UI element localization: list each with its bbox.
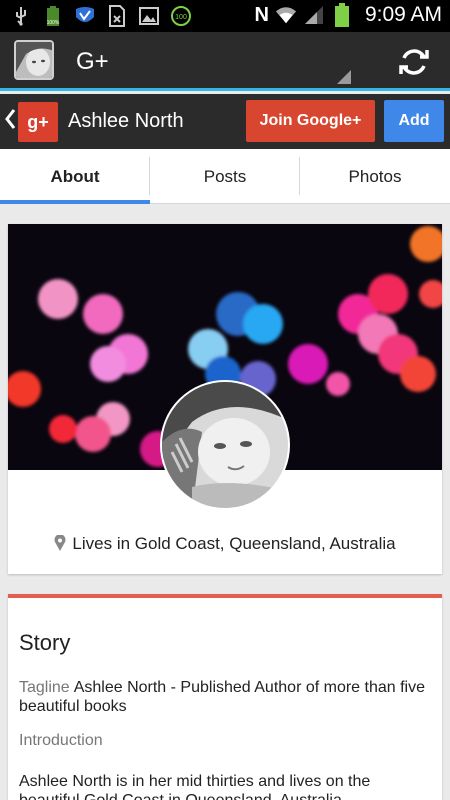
location-line: Lives in Gold Coast, Queensland, Austral… — [8, 534, 442, 554]
profile-photo[interactable] — [160, 380, 290, 510]
battery-icon — [331, 3, 353, 27]
add-button[interactable]: Add — [384, 100, 444, 142]
usb-icon — [10, 5, 32, 27]
wifi-icon — [275, 4, 297, 26]
svg-text:100%: 100% — [47, 20, 60, 26]
tab-bar: About Posts Photos — [0, 149, 450, 204]
account-avatar[interactable] — [14, 40, 54, 80]
tab-photos[interactable]: Photos — [300, 149, 450, 204]
refresh-icon[interactable] — [396, 44, 432, 80]
introduction-label: Introduction — [19, 732, 103, 749]
profile-header-bar: g+ Ashlee North Join Google+ Add — [0, 94, 450, 149]
profile-name: Ashlee North — [68, 110, 184, 132]
battery-widget-icon: 100% — [42, 5, 64, 27]
story-card: Story Tagline Ashlee North - Published Au… — [8, 594, 442, 800]
svg-text:100: 100 — [175, 14, 187, 21]
story-heading: Story — [19, 630, 71, 655]
google-plus-logo[interactable]: g+ — [18, 102, 58, 142]
nfc-icon: N — [254, 3, 269, 26]
location-pin-icon — [54, 534, 66, 551]
sim-missing-icon — [106, 5, 128, 27]
back-chevron-icon[interactable] — [4, 108, 16, 130]
tagline-text: Ashlee North - Published Author of more … — [19, 679, 426, 715]
tagline: Tagline Ashlee North - Published Author o… — [19, 678, 429, 716]
action-bar: G+ — [0, 32, 450, 91]
image-icon — [138, 5, 160, 27]
tab-about[interactable]: About — [0, 149, 150, 204]
status-bar: 100% 100 N 9:09 AM — [0, 0, 450, 32]
join-google-plus-button[interactable]: Join Google+ — [246, 100, 375, 142]
signal-icon — [303, 4, 325, 26]
dropdown-indicator-icon[interactable] — [337, 70, 351, 84]
app-title[interactable]: G+ — [76, 48, 109, 76]
tab-posts[interactable]: Posts — [150, 149, 300, 204]
clock: 9:09 AM — [364, 3, 442, 26]
profile-cover-card: Lives in Gold Coast, Queensland, Austral… — [8, 224, 442, 574]
battery-100-icon: 100 — [170, 5, 192, 27]
location-text: Lives in Gold Coast, Queensland, Austral… — [72, 534, 396, 553]
introduction-text: Ashlee North is in her mid thirties and … — [19, 773, 371, 800]
tagline-label: Tagline — [19, 679, 70, 696]
sync-badge-icon — [74, 5, 96, 27]
active-tab-indicator — [0, 200, 150, 204]
